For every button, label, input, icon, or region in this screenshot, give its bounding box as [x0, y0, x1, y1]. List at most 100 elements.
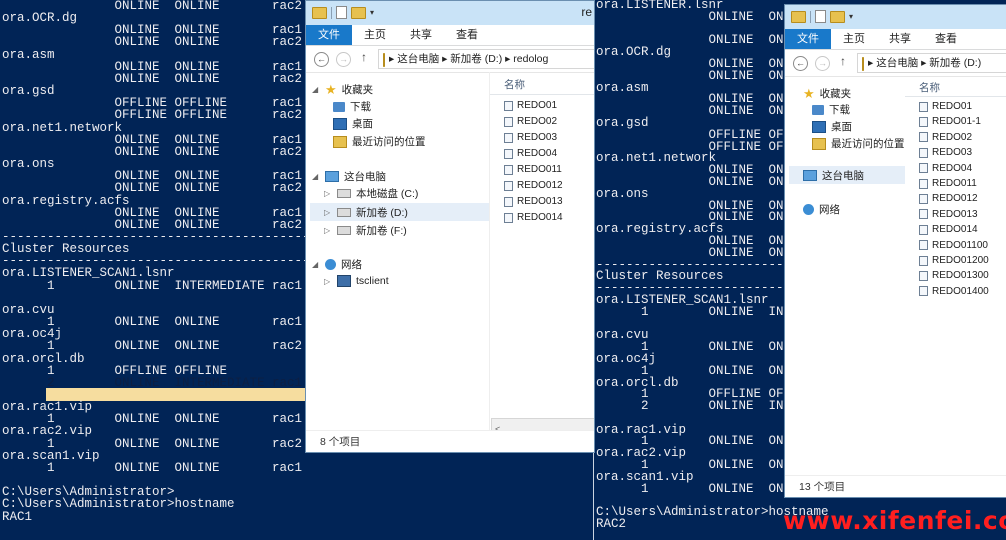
tab-view[interactable]: 查看	[444, 25, 490, 45]
address-bar[interactable]: ▸ 这台电脑 ▸ 新加卷 (D:)	[857, 53, 1006, 73]
file-item[interactable]: REDO013	[919, 209, 978, 220]
tree-recent[interactable]: 最近访问的位置	[812, 136, 905, 151]
new-folder-icon[interactable]	[351, 6, 366, 19]
ribbon-tabs: 文件 主页 共享 查看	[306, 25, 594, 46]
file-icon	[504, 100, 513, 111]
chevron-down-icon[interactable]: ▾	[370, 8, 374, 17]
tree-label: 收藏夹	[819, 88, 852, 100]
file-icon	[504, 196, 513, 207]
tree-local-disk-c[interactable]: ▷ 本地磁盘 (C:)	[324, 186, 418, 201]
tree-desktop[interactable]: 桌面	[333, 116, 373, 131]
tree-network[interactable]: 网络	[803, 202, 840, 217]
forward-button[interactable]: →	[815, 56, 830, 71]
back-button[interactable]: ←	[793, 56, 808, 71]
file-item[interactable]: REDO02	[919, 132, 972, 143]
chevron-down-icon[interactable]: ◢	[312, 260, 320, 269]
explorer-window-redolog[interactable]: ▾ re 文件 主页 共享 查看 ← → ↑ ▸ 这台电脑 ▸ 新加卷 (D:)…	[305, 0, 595, 453]
computer-icon	[325, 171, 339, 182]
file-item[interactable]: REDO012	[504, 180, 563, 191]
file-icon	[919, 132, 928, 143]
file-name: REDO01400	[932, 285, 989, 297]
folder-icon	[791, 10, 806, 23]
address-bar[interactable]: ▸ 这台电脑 ▸ 新加卷 (D:) ▸ redolog	[378, 49, 594, 69]
tab-file[interactable]: 文件	[785, 29, 831, 49]
tree-downloads[interactable]: 下载	[333, 99, 371, 114]
file-item[interactable]: REDO04	[504, 148, 557, 159]
file-icon	[504, 212, 513, 223]
file-item[interactable]: REDO012	[919, 193, 978, 204]
file-item[interactable]: REDO03	[919, 147, 972, 158]
item-count: 8 个项目	[320, 436, 361, 448]
tree-new-volume-f[interactable]: ▷ 新加卷 (F:)	[324, 223, 407, 238]
chevron-right-icon[interactable]: ▷	[324, 226, 332, 235]
file-item[interactable]: REDO014	[919, 224, 978, 235]
tree-network[interactable]: ◢ 网络	[312, 257, 362, 272]
file-name: REDO013	[517, 196, 563, 207]
chevron-down-icon[interactable]: ▾	[849, 12, 853, 21]
column-header-name[interactable]: 名称	[504, 77, 525, 92]
file-name: REDO01100	[932, 239, 988, 251]
tree-favorites[interactable]: ◢ ★ 收藏夹	[312, 82, 373, 97]
recent-icon	[333, 135, 347, 148]
quick-access-toolbar[interactable]: ▾	[312, 6, 374, 19]
file-item[interactable]: REDO01300	[919, 270, 989, 281]
file-list-pane[interactable]: 名称 REDO01 REDO02 REDO03 REDO04 REDO011 R…	[489, 72, 594, 434]
tab-home[interactable]: 主页	[831, 29, 877, 49]
tree-this-pc[interactable]: ◢ 这台电脑	[312, 169, 386, 184]
file-item[interactable]: REDO01	[919, 101, 972, 112]
file-name: REDO01200	[932, 255, 989, 266]
tree-recent[interactable]: 最近访问的位置	[333, 134, 426, 149]
chevron-right-icon[interactable]: ▷	[324, 208, 332, 217]
network-icon	[803, 204, 814, 215]
file-item[interactable]: REDO01-1	[919, 116, 981, 127]
file-item[interactable]: REDO04	[919, 163, 972, 174]
file-item[interactable]: REDO01	[504, 100, 557, 111]
back-button[interactable]: ←	[314, 52, 329, 67]
tab-home[interactable]: 主页	[352, 25, 398, 45]
tree-label: 最近访问的位置	[352, 136, 426, 148]
file-icon	[504, 116, 513, 127]
properties-icon[interactable]	[336, 6, 347, 19]
tab-share[interactable]: 共享	[398, 25, 444, 45]
computer-icon	[803, 169, 817, 181]
new-folder-icon[interactable]	[830, 10, 845, 23]
column-header-name[interactable]: 名称	[919, 80, 940, 95]
chevron-right-icon[interactable]: ▷	[324, 277, 332, 286]
tree-this-pc[interactable]: 这台电脑	[789, 166, 905, 184]
forward-button[interactable]: →	[336, 52, 351, 67]
title-bar[interactable]: ▾	[785, 5, 1006, 29]
tab-view[interactable]: 查看	[923, 29, 969, 49]
file-icon	[504, 164, 513, 175]
file-item[interactable]: REDO02	[504, 116, 557, 127]
file-item[interactable]: REDO01100	[919, 240, 988, 251]
tree-favorites[interactable]: ★ 收藏夹	[803, 86, 851, 101]
tree-desktop[interactable]: 桌面	[812, 119, 852, 134]
chevron-right-icon[interactable]: ▷	[324, 189, 332, 198]
chevron-down-icon[interactable]: ◢	[312, 85, 320, 94]
file-item[interactable]: REDO01200	[919, 255, 989, 266]
chevron-down-icon[interactable]: ◢	[312, 172, 320, 181]
explorer-window-volume-d[interactable]: ▾ 文件 主页 共享 查看 ← → ↑ ▸ 这台电脑 ▸ 新加卷 (D:) ★ 收…	[784, 4, 1006, 498]
tab-file[interactable]: 文件	[306, 25, 352, 45]
file-item[interactable]: REDO011	[504, 164, 562, 175]
tree-new-volume-d[interactable]: ▷ 新加卷 (D:)	[310, 203, 490, 221]
file-list-pane[interactable]: 名称 REDO01 REDO01-1 REDO02 REDO03 REDO04 REDO0…	[905, 76, 1006, 476]
column-divider	[490, 94, 594, 95]
file-item[interactable]: REDO013	[504, 196, 563, 207]
file-item[interactable]: REDO03	[504, 132, 557, 143]
properties-icon[interactable]	[815, 10, 826, 23]
tab-share[interactable]: 共享	[877, 29, 923, 49]
tree-downloads[interactable]: 下载	[812, 102, 850, 117]
quick-access-toolbar[interactable]: ▾	[791, 10, 853, 23]
navigation-pane[interactable]: ◢ ★ 收藏夹 下载 桌面 最近访问的位置 ◢ 这台电脑 ▷ 本地磁盘 (C:) ▷ 新加…	[306, 72, 490, 432]
up-button[interactable]: ↑	[840, 54, 846, 68]
file-item[interactable]: REDO01400	[919, 286, 989, 297]
recent-icon	[812, 137, 826, 150]
title-bar[interactable]: ▾ re	[306, 1, 594, 25]
file-item[interactable]: REDO014	[504, 212, 563, 223]
up-button[interactable]: ↑	[361, 50, 367, 64]
tree-tsclient[interactable]: ▷ tsclient	[324, 275, 389, 287]
file-item[interactable]: REDO011	[919, 178, 977, 189]
file-icon	[919, 224, 928, 235]
navigation-pane[interactable]: ★ 收藏夹 下载 桌面 最近访问的位置 这台电脑 网络	[785, 76, 905, 476]
